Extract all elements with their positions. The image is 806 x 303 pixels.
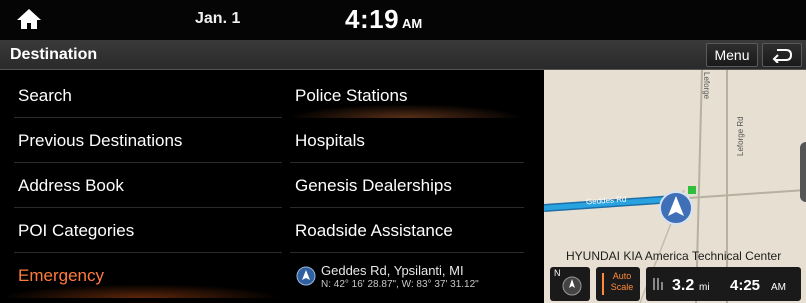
home-button[interactable] <box>14 6 44 32</box>
map-footer: N Auto Scale 3.2 mi 4:25 AM <box>544 265 806 303</box>
list-item-label: Police Stations <box>295 85 408 105</box>
clock-ampm: AM <box>402 16 423 31</box>
status-bar: Jan. 1 4:19 AM <box>0 0 806 40</box>
destination-flag-icon <box>688 186 696 194</box>
distance-value: 3.2 <box>672 277 695 294</box>
auto-scale-line1: Auto <box>612 271 632 281</box>
compass-north-label: N <box>554 268 561 278</box>
road-label-leforge-top: Leforge <box>702 72 711 100</box>
current-location: Geddes Rd, Ypsilanti, MI N: 42° 16' 28.8… <box>296 258 526 298</box>
auto-scale-button[interactable]: Auto Scale <box>596 267 640 301</box>
category-item-previous-destinations[interactable]: Previous Destinations <box>0 118 282 163</box>
category-item-address-book[interactable]: Address Book <box>0 163 282 208</box>
list-item-hospitals[interactable]: Hospitals <box>282 118 524 163</box>
map-side-handle[interactable] <box>800 142 806 202</box>
divider <box>290 252 524 253</box>
header-bar: Destination Menu <box>0 40 806 70</box>
vehicle-position-icon <box>659 191 693 225</box>
category-item-label: Previous Destinations <box>18 130 183 150</box>
list-item-roadside-assistance[interactable]: Roadside Assistance <box>282 208 524 253</box>
category-list: Search Previous Destinations Address Boo… <box>0 72 282 303</box>
location-coordinates: N: 42° 16' 28.87", W: 83° 37' 31.12" <box>321 279 479 290</box>
location-marker-icon <box>296 266 316 286</box>
clock-time: 4:19 <box>345 4 400 34</box>
status-date: Jan. 1 <box>195 10 241 27</box>
map-view[interactable]: Geddes Rd Leforge Leforge Rd HYUNDAI KIA… <box>544 70 806 303</box>
auto-scale-label: Auto Scale <box>608 271 636 293</box>
category-item-label: POI Categories <box>18 220 135 240</box>
home-icon <box>17 9 41 29</box>
status-clock: 4:19 AM <box>345 4 422 36</box>
compass-button[interactable]: N <box>550 267 590 301</box>
scale-bar-icon <box>602 273 604 295</box>
eta-time: 4:25 <box>730 277 761 294</box>
category-item-label: Emergency <box>18 265 104 285</box>
highlight-glow <box>288 104 524 118</box>
distance-unit: mi <box>699 282 710 293</box>
compass-icon <box>562 276 582 296</box>
menu-button[interactable]: Menu <box>706 43 758 67</box>
route-info: 3.2 mi 4:25 AM <box>646 267 801 301</box>
road-label-leforge-rd: Leforge Rd <box>736 116 745 156</box>
category-item-label: Search <box>18 85 72 105</box>
poi-label: HYUNDAI KIA America Technical Center <box>566 249 782 263</box>
active-glow <box>0 284 282 298</box>
page-title: Destination <box>10 46 98 63</box>
eta-ampm: AM <box>771 282 786 293</box>
list-item-genesis-dealerships[interactable]: Genesis Dealerships <box>282 163 524 208</box>
back-arrow-icon <box>772 49 793 63</box>
distance-icon <box>653 278 663 290</box>
back-button[interactable] <box>762 43 802 67</box>
category-item-emergency[interactable]: Emergency <box>0 253 282 298</box>
auto-scale-line2: Scale <box>610 282 634 292</box>
location-name: Geddes Rd, Ypsilanti, MI <box>321 263 464 278</box>
list-item-label: Genesis Dealerships <box>295 175 452 195</box>
category-item-search[interactable]: Search <box>0 73 282 118</box>
list-item-police-stations[interactable]: Police Stations <box>282 73 524 118</box>
list-item-label: Roadside Assistance <box>295 220 453 240</box>
category-item-label: Address Book <box>18 175 124 195</box>
category-item-poi-categories[interactable]: POI Categories <box>0 208 282 253</box>
list-item-label: Hospitals <box>295 130 365 150</box>
